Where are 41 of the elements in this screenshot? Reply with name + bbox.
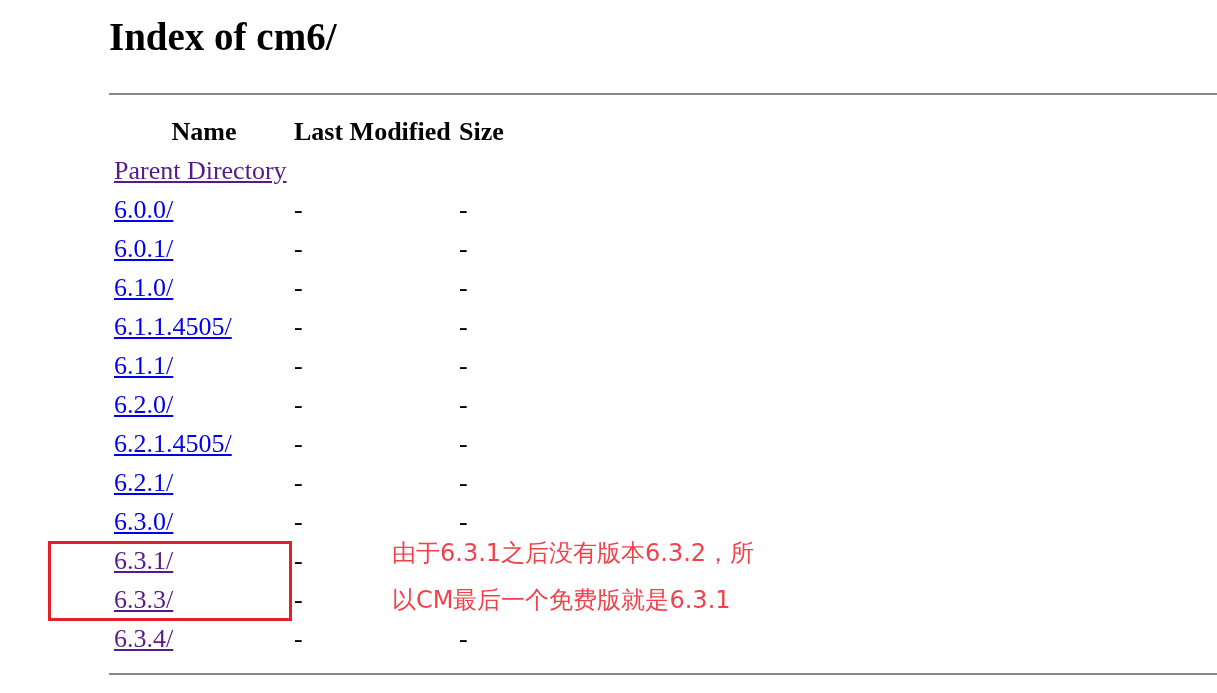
modified-cell: - (294, 350, 303, 381)
directory-link[interactable]: 6.0.1/ (114, 233, 174, 264)
modified-cell: - (294, 389, 303, 420)
modified-cell: - (294, 467, 303, 498)
directory-link[interactable]: 6.2.1/ (114, 467, 174, 498)
directory-link[interactable]: 6.3.1/ (114, 545, 174, 576)
size-cell: - (459, 428, 468, 459)
modified-cell: - (294, 623, 303, 654)
modified-cell: - (294, 272, 303, 303)
size-cell: - (459, 467, 468, 498)
modified-cell: - (294, 194, 303, 225)
directory-link[interactable]: 6.1.1/ (114, 350, 174, 381)
directory-link[interactable]: 6.2.1.4505/ (114, 428, 232, 459)
directory-link[interactable]: Parent Directory (114, 155, 287, 186)
directory-link[interactable]: 6.1.0/ (114, 272, 174, 303)
size-cell: - (459, 233, 468, 264)
size-cell: - (459, 350, 468, 381)
directory-link[interactable]: 6.0.0/ (114, 194, 174, 225)
modified-cell: - (294, 233, 303, 264)
size-cell: - (459, 194, 468, 225)
size-cell: - (459, 272, 468, 303)
size-cell: - (459, 506, 468, 537)
size-cell: - (459, 389, 468, 420)
page-title: Index of cm6/ (109, 14, 337, 60)
modified-cell: - (294, 545, 303, 576)
directory-link[interactable]: 6.2.0/ (114, 389, 174, 420)
annotation-text: 以CM最后一个免费版就是6.3.1 (392, 585, 731, 615)
directory-link[interactable]: 6.3.4/ (114, 623, 174, 654)
modified-cell: - (294, 311, 303, 342)
directory-link[interactable]: 6.3.3/ (114, 584, 174, 615)
directory-link[interactable]: 6.1.1.4505/ (114, 311, 232, 342)
column-header: Size (459, 116, 504, 147)
modified-cell: - (294, 428, 303, 459)
directory-link[interactable]: 6.3.0/ (114, 506, 174, 537)
annotation-text: 由于6.3.1之后没有版本6.3.2，所 (392, 538, 755, 568)
column-header: Name (171, 116, 237, 147)
size-cell: - (459, 311, 468, 342)
size-cell: - (459, 623, 468, 654)
modified-cell: - (294, 506, 303, 537)
modified-cell: - (294, 584, 303, 615)
column-header: Last Modified (294, 116, 451, 147)
